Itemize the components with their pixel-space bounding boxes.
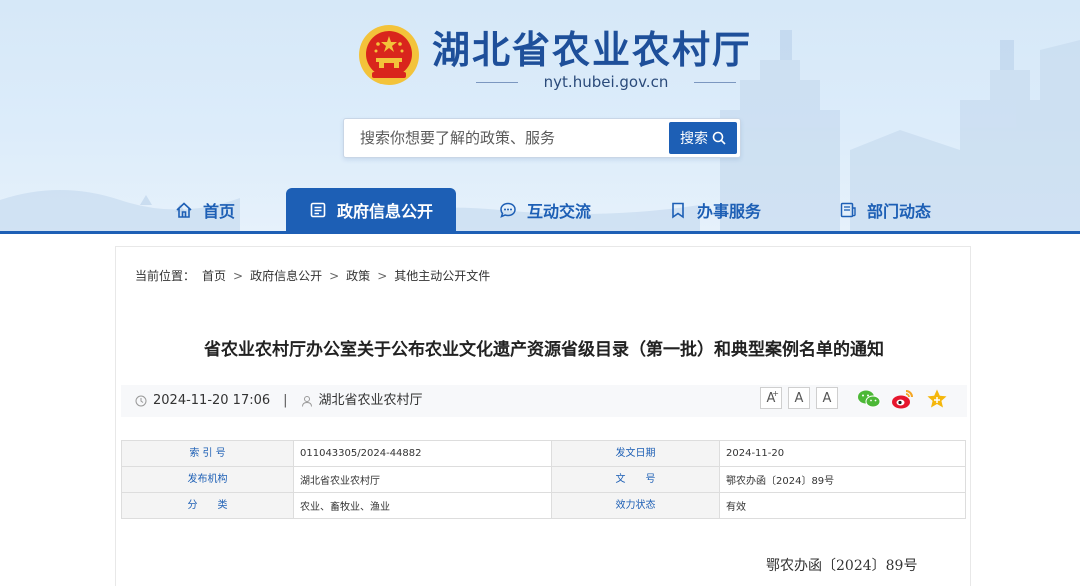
site-title: 湖北省农业农村厅 xyxy=(432,28,753,72)
meta-separator: | xyxy=(283,393,288,408)
breadcrumb-item-other-files[interactable]: 其他主动公开文件 xyxy=(394,268,490,284)
favorite-star-icon xyxy=(927,389,947,408)
font-reset-button[interactable]: A xyxy=(788,387,810,409)
nav-item-label: 部门动态 xyxy=(866,202,931,221)
site-domain-row: nyt.hubei.gov.cn xyxy=(476,72,736,92)
table-row: 索 引 号 011043305/2024-44882 发文日期 2024-11-… xyxy=(121,440,966,467)
divider-line xyxy=(694,82,736,83)
article-publisher: 湖北省农业农村厅 xyxy=(318,393,423,408)
wechat-icon xyxy=(858,390,881,408)
table-label-cell: 发文日期 xyxy=(551,440,720,467)
font-size-controls: A + A A xyxy=(760,387,838,409)
table-value-cell: 011043305/2024-44882 xyxy=(293,440,552,467)
publisher-icon xyxy=(301,396,312,407)
nav-item-gov-info[interactable]: 政府信息公开 xyxy=(286,188,456,232)
table-row: 分 类 农业、畜牧业、渔业 效力状态 有效 xyxy=(121,492,966,519)
font-button-label: A xyxy=(822,390,832,406)
breadcrumb-item-policy[interactable]: 政策 xyxy=(346,268,370,284)
favorite-button[interactable] xyxy=(925,387,949,411)
article-panel: 当前位置： 首页 > 政府信息公开 > 政策 > 其他主动公开文件 省农业农村厅… xyxy=(115,246,971,586)
table-label-cell: 分 类 xyxy=(121,492,294,519)
font-button-mark: + xyxy=(772,389,779,398)
table-value-cell: 农业、畜牧业、渔业 xyxy=(293,492,552,519)
nav-item-label: 政府信息公开 xyxy=(336,202,433,221)
search-box: 搜索 xyxy=(343,118,741,158)
search-button-label: 搜索 xyxy=(680,131,708,147)
breadcrumb-prefix: 当前位置： xyxy=(135,269,196,283)
chat-bubble-icon xyxy=(500,202,516,218)
nav-item-dept-news[interactable]: 部门动态 xyxy=(820,188,950,232)
clock-icon xyxy=(135,395,147,407)
share-icons xyxy=(857,387,949,411)
news-icon xyxy=(840,202,856,218)
breadcrumb-item-gov-info[interactable]: 政府信息公开 xyxy=(250,268,322,284)
table-label-cell: 发布机构 xyxy=(121,466,294,493)
site-header: 湖北省农业农村厅 nyt.hubei.gov.cn 搜索 首页 政府信息公开 互… xyxy=(0,0,1080,232)
article-meta: 2024-11-20 17:06 | 湖北省农业农村厅 xyxy=(135,392,423,410)
breadcrumb-separator: > xyxy=(329,269,340,283)
table-label-cell: 文 号 xyxy=(551,466,720,493)
article-meta-bar: 2024-11-20 17:06 | 湖北省农业农村厅 A + A A xyxy=(121,385,967,417)
home-icon xyxy=(176,202,192,218)
breadcrumb-separator: > xyxy=(233,269,244,283)
document-info-table: 索 引 号 011043305/2024-44882 发文日期 2024-11-… xyxy=(121,440,966,519)
table-value-cell: 2024-11-20 xyxy=(719,440,966,467)
article-datetime: 2024-11-20 17:06 xyxy=(153,393,271,408)
font-button-label: A xyxy=(794,390,804,406)
search-input[interactable] xyxy=(344,119,670,157)
table-label-cell: 效力状态 xyxy=(551,492,720,519)
table-row: 发布机构 湖北省农业农村厅 文 号 鄂农办函〔2024〕89号 xyxy=(121,466,966,493)
nav-item-label: 办事服务 xyxy=(696,202,761,221)
main-nav: 首页 政府信息公开 互动交流 办事服务 部门动态 xyxy=(0,188,1080,232)
nav-item-services[interactable]: 办事服务 xyxy=(650,188,780,232)
nav-item-label: 首页 xyxy=(202,202,235,221)
search-icon xyxy=(712,131,726,145)
weibo-icon xyxy=(892,390,913,409)
weibo-share-button[interactable] xyxy=(891,387,915,411)
breadcrumb: 当前位置： 首页 > 政府信息公开 > 政策 > 其他主动公开文件 xyxy=(135,268,490,284)
national-emblem-icon xyxy=(359,25,419,85)
document-list-icon xyxy=(310,202,326,218)
table-value-cell: 湖北省农业农村厅 xyxy=(293,466,552,493)
font-increase-button[interactable]: A + xyxy=(760,387,782,409)
article-title: 省农业农村厅办公室关于公布农业文化遗产资源省级目录（第一批）和典型案例名单的通知 xyxy=(204,340,884,360)
font-decrease-button[interactable]: A xyxy=(816,387,838,409)
nav-bottom-bar xyxy=(0,231,1080,234)
nav-item-interaction[interactable]: 互动交流 xyxy=(480,188,610,232)
nav-item-home[interactable]: 首页 xyxy=(150,188,260,232)
bookmark-icon xyxy=(672,202,684,219)
breadcrumb-item-home[interactable]: 首页 xyxy=(202,268,226,284)
breadcrumb-separator: > xyxy=(377,269,388,283)
search-button[interactable]: 搜索 xyxy=(669,122,737,154)
table-label-cell: 索 引 号 xyxy=(121,440,294,467)
article-doc-number: 鄂农办函〔2024〕89号 xyxy=(766,558,918,574)
table-value-cell: 鄂农办函〔2024〕89号 xyxy=(719,466,966,493)
nav-item-label: 互动交流 xyxy=(526,202,591,221)
table-value-cell: 有效 xyxy=(719,492,966,519)
wechat-share-button[interactable] xyxy=(857,387,881,411)
